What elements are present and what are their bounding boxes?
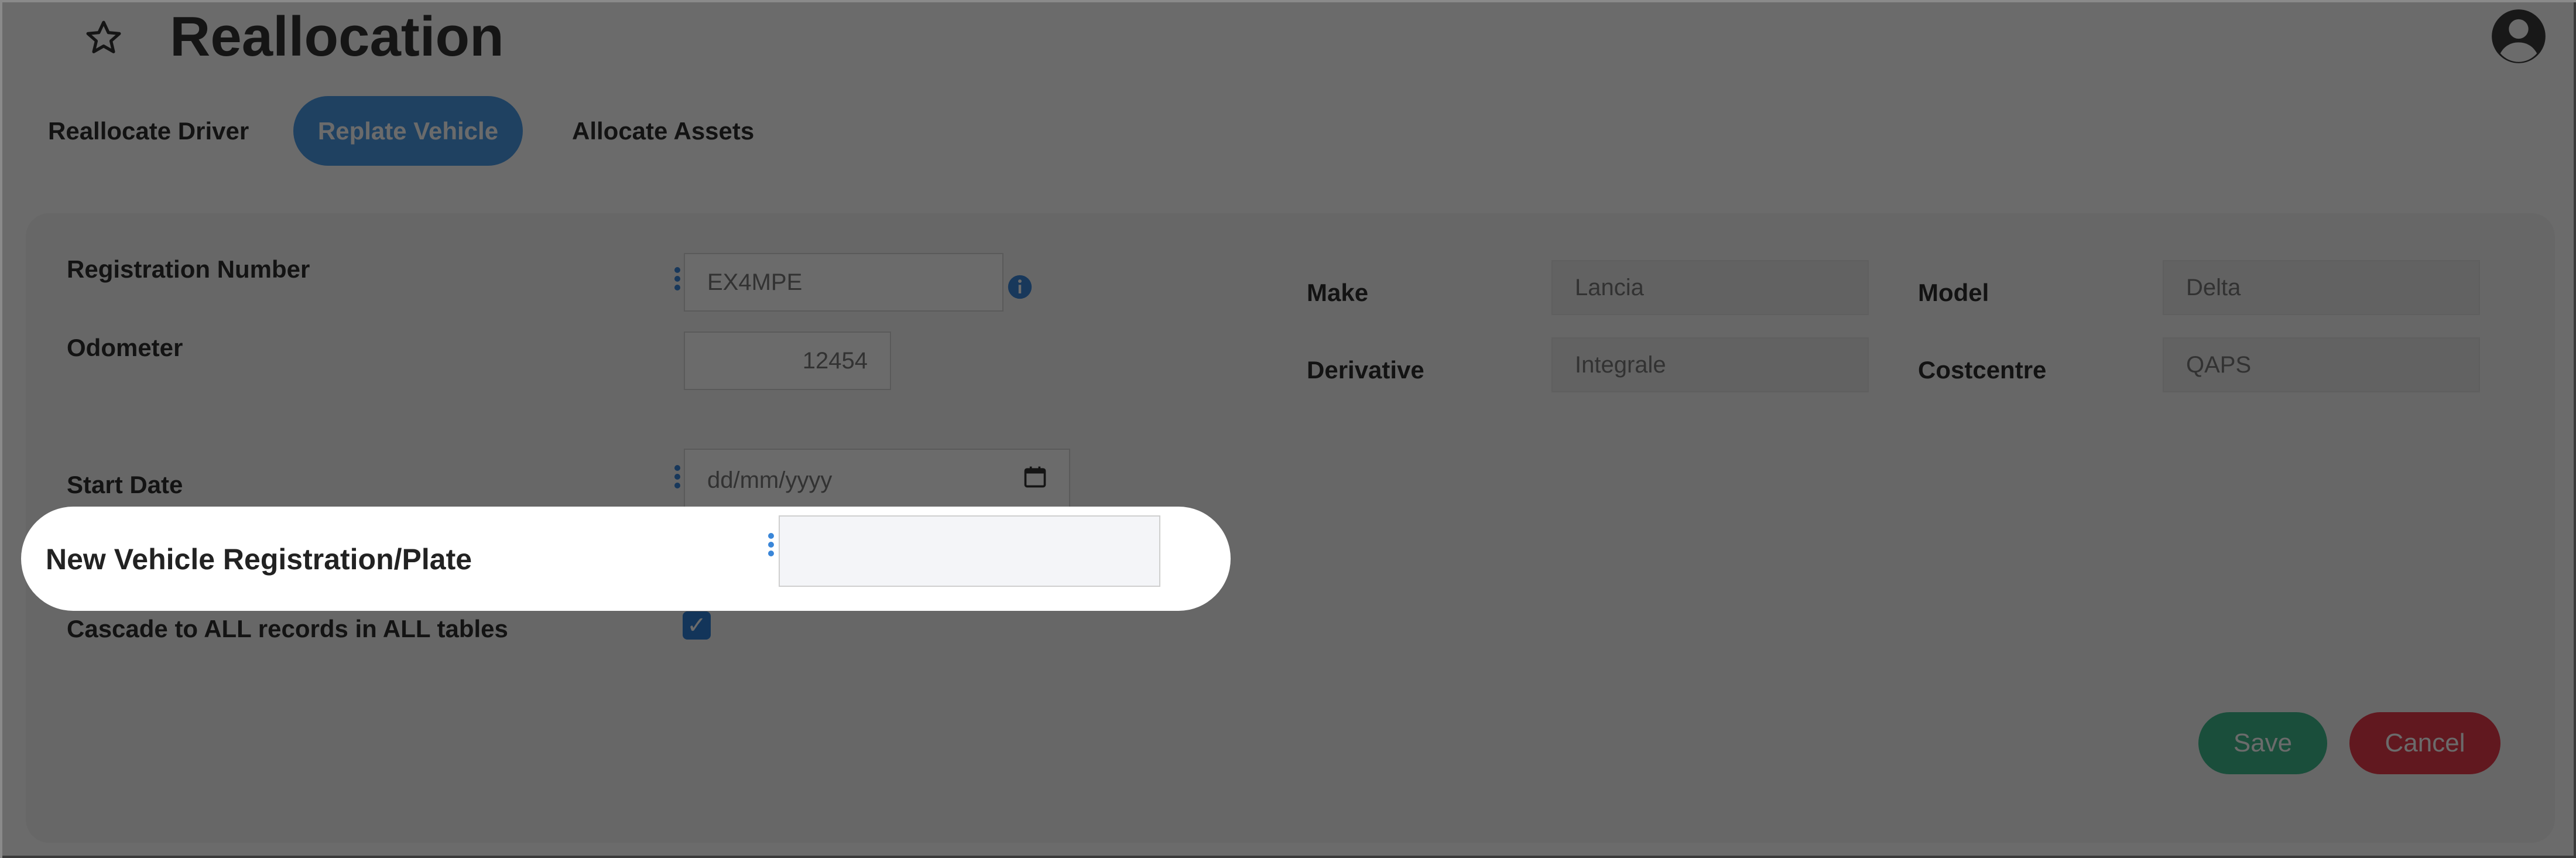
new-plate-options-icon[interactable]: [767, 533, 775, 562]
page-title: Reallocation: [170, 5, 504, 68]
cascade-checkbox[interactable]: ✓: [683, 611, 711, 640]
model-field: Delta: [2163, 260, 2480, 315]
start-date-field[interactable]: dd/mm/yyyy: [684, 449, 1070, 512]
start-date-options-icon[interactable]: [673, 465, 681, 494]
save-button[interactable]: Save: [2198, 712, 2327, 774]
info-icon[interactable]: [1007, 274, 1033, 300]
new-plate-label: New Vehicle Registration/Plate: [46, 543, 472, 576]
cascade-label: Cascade to ALL records in ALL tables: [67, 615, 508, 642]
registration-field[interactable]: EX4MPE: [684, 253, 1003, 312]
registration-options-icon[interactable]: [673, 267, 681, 296]
costcentre-field: QAPS: [2163, 337, 2480, 392]
model-label: Model: [1918, 279, 1989, 306]
make-field: Lancia: [1551, 260, 1869, 315]
odometer-field[interactable]: 12454: [684, 331, 891, 390]
cancel-button[interactable]: Cancel: [2349, 712, 2500, 774]
star-icon[interactable]: [83, 18, 124, 59]
registration-label: Registration Number: [67, 255, 310, 283]
tab-allocate-assets[interactable]: Allocate Assets: [572, 114, 754, 149]
tab-reallocate-driver[interactable]: Reallocate Driver: [48, 114, 249, 149]
avatar-icon[interactable]: [2489, 7, 2548, 66]
costcentre-label: Costcentre: [1918, 356, 2047, 384]
tab-replate-vehicle[interactable]: Replate Vehicle: [293, 96, 523, 166]
start-date-placeholder: dd/mm/yyyy: [707, 467, 833, 493]
derivative-label: Derivative: [1307, 356, 1424, 384]
start-date-label: Start Date: [67, 471, 183, 498]
odometer-label: Odometer: [67, 334, 183, 361]
calendar-icon[interactable]: [1022, 463, 1048, 491]
derivative-field: Integrale: [1551, 337, 1869, 392]
app-window: Reallocation Reallocate Driver Replate V…: [0, 0, 2576, 858]
make-label: Make: [1307, 279, 1369, 306]
new-plate-input[interactable]: [779, 515, 1160, 587]
